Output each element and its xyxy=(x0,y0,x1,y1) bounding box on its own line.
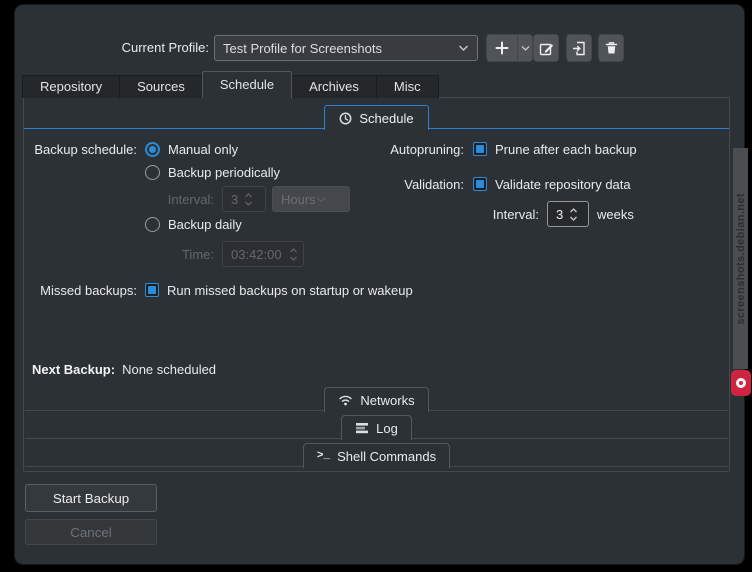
chevron-down-icon xyxy=(316,196,341,203)
periodic-interval-unit: Hours xyxy=(281,192,316,207)
missed-backups-checkbox[interactable] xyxy=(145,283,159,297)
add-profile-button[interactable] xyxy=(487,35,517,61)
watermark-strip: screenshots.debian.net xyxy=(733,148,748,369)
log-section-tab[interactable]: Log xyxy=(341,415,412,440)
manual-only-radio[interactable] xyxy=(145,142,160,157)
wifi-icon xyxy=(338,394,353,406)
schedule-section-tabbar: Schedule xyxy=(24,105,729,129)
daily-time-value: 03:42:00 xyxy=(231,247,283,262)
log-icon xyxy=(355,422,369,434)
start-backup-button[interactable]: Start Backup xyxy=(25,484,157,512)
networks-section-label: Networks xyxy=(360,393,414,408)
plus-icon xyxy=(495,41,509,55)
backup-daily-radio[interactable] xyxy=(145,217,160,232)
next-backup-value: None scheduled xyxy=(122,362,216,377)
validation-label: Validation: xyxy=(324,177,464,192)
backup-schedule-label: Backup schedule: xyxy=(24,142,137,157)
shell-commands-section-row: >_ Shell Commands xyxy=(25,443,728,467)
spin-arrows-icon xyxy=(289,247,298,262)
validation-interval-spinbox[interactable]: 3 xyxy=(547,201,589,227)
main-tab-bar: Repository Sources Schedule Archives Mis… xyxy=(22,71,438,98)
daily-time-spinbox: 03:42:00 xyxy=(222,241,304,267)
validation-option-label[interactable]: Validate repository data xyxy=(495,177,631,192)
periodic-interval-spinbox: 3 xyxy=(222,186,266,212)
edit-icon xyxy=(539,41,554,56)
validation-interval-row: Interval: 3 weeks xyxy=(444,201,634,227)
next-backup-row: Next Backup: None scheduled xyxy=(32,361,216,377)
manual-only-label[interactable]: Manual only xyxy=(168,142,238,157)
cancel-button: Cancel xyxy=(25,519,157,545)
export-profile-button[interactable] xyxy=(566,34,592,62)
spin-arrows-icon xyxy=(244,192,253,207)
missed-backups-row: Missed backups: Run missed backups on st… xyxy=(24,280,413,300)
backup-daily-row: Backup daily xyxy=(145,214,242,234)
validation-interval-label: Interval: xyxy=(444,207,539,222)
periodic-interval-row: Interval: 3 Hours xyxy=(145,186,350,212)
add-profile-menu-button[interactable] xyxy=(517,35,532,61)
validation-row: Validation: Validate repository data xyxy=(324,174,631,194)
add-profile-split-button xyxy=(486,34,533,62)
autopruning-label: Autopruning: xyxy=(324,142,464,157)
current-profile-label: Current Profile: xyxy=(15,34,209,62)
backup-periodically-radio[interactable] xyxy=(145,165,160,180)
spin-arrows-icon[interactable] xyxy=(569,207,578,222)
screenshot-stage: Current Profile: Test Profile for Screen… xyxy=(0,0,752,572)
shell-commands-section-label: Shell Commands xyxy=(337,449,436,464)
watermark-text: screenshots.debian.net xyxy=(735,193,747,325)
validation-checkbox[interactable] xyxy=(473,177,487,191)
log-section-row: Log xyxy=(25,415,728,439)
schedule-tab-page: Schedule Backup schedule: Manual only Ba… xyxy=(23,97,730,472)
daily-time-row: Time: 03:42:00 xyxy=(145,241,304,267)
chevron-down-icon xyxy=(521,45,530,52)
next-backup-label: Next Backup: xyxy=(32,362,115,377)
backup-periodically-label[interactable]: Backup periodically xyxy=(168,165,280,180)
periodic-interval-value: 3 xyxy=(231,192,238,207)
networks-section-row: Networks xyxy=(25,387,728,411)
validation-interval-value: 3 xyxy=(556,207,563,222)
autopruning-option-label[interactable]: Prune after each backup xyxy=(495,142,637,157)
delete-profile-button[interactable] xyxy=(598,34,624,62)
backup-daily-label[interactable]: Backup daily xyxy=(168,217,242,232)
periodic-interval-label: Interval: xyxy=(145,192,214,207)
schedule-section-tab[interactable]: Schedule xyxy=(324,105,428,130)
backup-periodically-row: Backup periodically xyxy=(145,162,280,182)
missed-backups-option-label[interactable]: Run missed backups on startup or wakeup xyxy=(167,283,413,298)
autopruning-row: Autopruning: Prune after each backup xyxy=(324,139,637,159)
tab-sources[interactable]: Sources xyxy=(119,75,203,98)
backup-schedule-row: Backup schedule: Manual only xyxy=(24,139,238,159)
tab-repository[interactable]: Repository xyxy=(22,75,120,98)
validation-interval-unit: weeks xyxy=(597,207,634,222)
missed-backups-label: Missed backups: xyxy=(24,283,137,298)
chevron-down-icon xyxy=(458,44,469,52)
clock-icon xyxy=(339,112,352,125)
trash-icon xyxy=(605,41,618,55)
log-section-label: Log xyxy=(376,421,398,436)
tab-schedule[interactable]: Schedule xyxy=(202,71,292,98)
vorta-main-window: Current Profile: Test Profile for Screen… xyxy=(14,4,745,565)
autopruning-checkbox[interactable] xyxy=(473,142,487,156)
profile-select[interactable]: Test Profile for Screenshots xyxy=(214,35,478,61)
camera-icon xyxy=(731,370,751,396)
export-icon xyxy=(572,41,587,56)
edit-profile-button[interactable] xyxy=(533,34,559,62)
shell-commands-section-tab[interactable]: >_ Shell Commands xyxy=(303,443,450,468)
tab-misc[interactable]: Misc xyxy=(376,75,439,98)
tab-archives[interactable]: Archives xyxy=(291,75,377,98)
daily-time-label: Time: xyxy=(145,247,214,262)
profile-select-value: Test Profile for Screenshots xyxy=(223,41,452,56)
networks-section-tab[interactable]: Networks xyxy=(324,387,428,412)
terminal-icon: >_ xyxy=(317,450,330,462)
schedule-section-label: Schedule xyxy=(359,111,413,126)
